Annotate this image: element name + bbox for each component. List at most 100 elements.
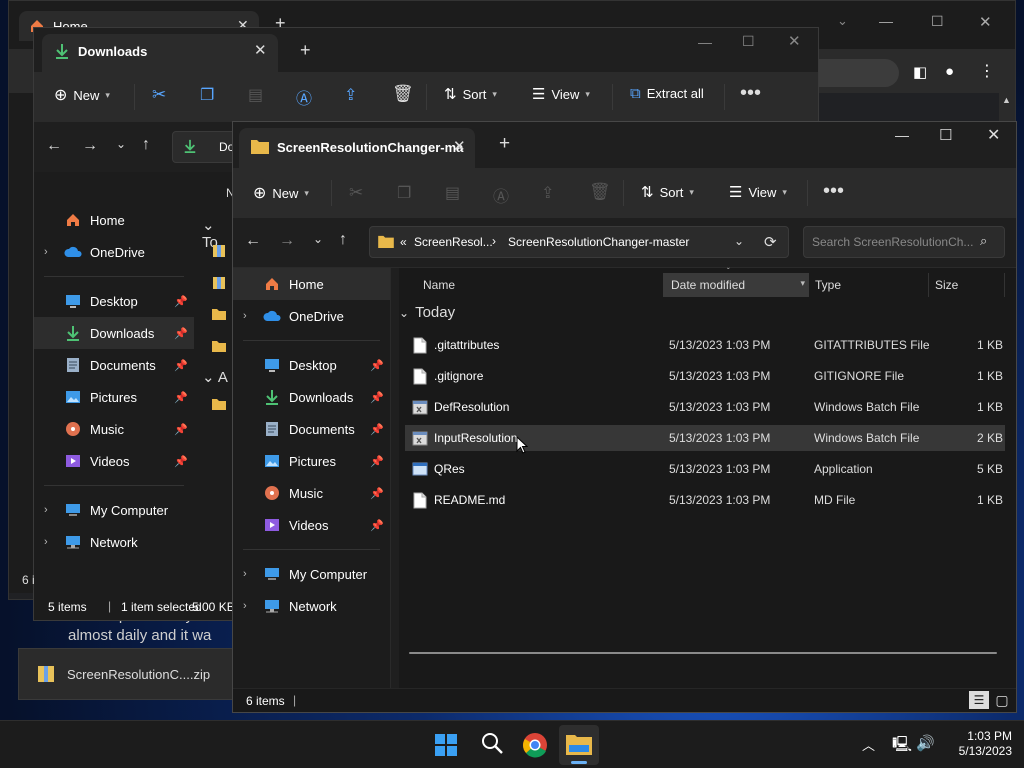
copy-icon[interactable]: ❐ (200, 85, 214, 105)
more-options-icon[interactable]: ••• (740, 82, 761, 105)
chevron-down-icon[interactable]: ⌄ (837, 13, 848, 29)
share-icon[interactable]: ⇪ (344, 85, 357, 105)
rename-icon[interactable]: Ⓐ (296, 85, 312, 109)
nav-splitter[interactable] (391, 268, 399, 688)
profile-icon[interactable]: ● (945, 63, 954, 80)
network-status-icon[interactable]: 🖳 (892, 734, 912, 759)
sidebar-item-videos[interactable]: Videos 📌 (233, 509, 390, 541)
close-icon[interactable]: ✕ (453, 137, 466, 155)
paste-icon[interactable]: ▤ (445, 183, 460, 203)
more-options-icon[interactable]: ••• (823, 180, 844, 203)
close-icon[interactable]: ✕ (254, 41, 267, 59)
sort-button[interactable]: ⇅ Sort ▾ (444, 85, 497, 103)
up-icon[interactable]: ↑ (142, 136, 150, 154)
group-header-other[interactable]: ⌄ A (202, 368, 228, 386)
chevron-right-icon[interactable]: › (243, 600, 247, 612)
file-row[interactable]: .gitattributes 5/13/2023 1:03 PM GITATTRIB… (405, 332, 1005, 358)
chevron-right-icon[interactable]: › (44, 536, 48, 548)
search-icon[interactable]: ⌕ (980, 233, 987, 249)
delete-icon[interactable]: 🗑 (392, 84, 414, 104)
volume-icon[interactable]: 🔊 (916, 734, 935, 752)
extract-all-button[interactable]: ⧉ Extract all (630, 85, 704, 102)
new-tab-icon[interactable]: + (499, 133, 510, 155)
cut-icon[interactable]: ✂ (152, 85, 166, 105)
forward-icon[interactable]: → (82, 137, 98, 155)
sidebar-item-network[interactable]: › Network (34, 526, 194, 558)
column-divider[interactable] (1004, 273, 1005, 297)
breadcrumb-overflow[interactable]: « (400, 235, 407, 249)
column-header-type[interactable]: Type (815, 273, 841, 297)
view-button[interactable]: ☰ View ▾ (532, 85, 590, 103)
sidebar-item-pictures[interactable]: Pictures 📌 (34, 381, 194, 413)
column-header-date[interactable]: Date modified ˇ ▾ (663, 267, 809, 297)
minimize-icon[interactable]: — (879, 13, 893, 29)
sidepanel-icon[interactable]: ◧ (913, 63, 927, 81)
new-tab-icon[interactable]: + (300, 40, 311, 61)
sidebar-item-desktop[interactable]: Desktop 📌 (34, 285, 194, 317)
sidebar-item-pictures[interactable]: Pictures 📌 (233, 445, 390, 477)
chevron-right-icon[interactable]: › (44, 504, 48, 516)
chevron-down-icon[interactable]: ▾ (800, 278, 805, 289)
start-icon[interactable] (434, 733, 458, 760)
minimize-icon[interactable]: — (895, 127, 909, 143)
sidebar-item-music[interactable]: Music 📌 (34, 413, 194, 445)
close-window-icon[interactable]: ✕ (979, 13, 992, 31)
rename-icon[interactable]: Ⓐ (493, 183, 509, 207)
sidebar-item-my-computer[interactable]: › My Computer (233, 558, 390, 590)
close-window-icon[interactable]: ✕ (987, 125, 1000, 145)
column-header-name[interactable]: Name (423, 273, 455, 297)
search-icon[interactable] (480, 731, 504, 758)
recent-locations-icon[interactable]: ⌄ (116, 137, 126, 151)
horizontal-scrollbar[interactable] (409, 652, 997, 654)
maximize-icon[interactable]: ☐ (931, 13, 944, 30)
details-view-icon[interactable]: ☰ (969, 691, 989, 709)
paste-icon[interactable]: ▤ (248, 85, 263, 105)
chevron-down-icon[interactable]: ⌄ (734, 234, 744, 248)
sidebar-item-documents[interactable]: Documents 📌 (233, 413, 390, 445)
chrome-icon[interactable] (522, 732, 548, 761)
close-window-icon[interactable]: ✕ (788, 32, 801, 50)
sidebar-item-my-computer[interactable]: › My Computer (34, 494, 194, 526)
maximize-icon[interactable]: ☐ (939, 126, 952, 144)
sidebar-item-downloads[interactable]: Downloads 📌 (233, 381, 390, 413)
chevron-right-icon[interactable]: › (243, 310, 247, 322)
share-icon[interactable]: ⇪ (541, 183, 554, 203)
scroll-up-icon[interactable]: ▲ (1002, 95, 1011, 105)
sidebar-item-home[interactable]: Home (233, 268, 390, 300)
sidebar-item-music[interactable]: Music 📌 (233, 477, 390, 509)
sidebar-item-documents[interactable]: Documents 📌 (34, 349, 194, 381)
column-header-size[interactable]: Size (935, 273, 958, 297)
new-button[interactable]: ⊕ New ▾ (54, 85, 110, 105)
view-button[interactable]: ☰ View ▾ (729, 183, 787, 201)
sort-button[interactable]: ⇅ Sort ▾ (641, 183, 694, 201)
column-divider[interactable] (928, 273, 929, 297)
sidebar-item-onedrive[interactable]: › OneDrive (233, 300, 390, 332)
sidebar-item-network[interactable]: › Network (233, 590, 390, 622)
chevron-right-icon[interactable]: › (243, 568, 247, 580)
chevron-right-icon[interactable]: › (44, 246, 48, 258)
sidebar-item-downloads[interactable]: Downloads 📌 (34, 317, 194, 349)
clock[interactable]: 1:03 PM 5/13/2023 (946, 729, 1012, 759)
search-box[interactable]: Search ScreenResolutionCh... ⌕ (803, 226, 1005, 258)
back-icon[interactable]: ← (46, 137, 62, 155)
sidebar-item-onedrive[interactable]: › OneDrive (34, 236, 194, 268)
refresh-icon[interactable]: ⟳ (764, 233, 777, 251)
file-row[interactable]: InputResolution 5/13/2023 1:03 PM Windows … (405, 425, 1005, 451)
address-field[interactable]: « ScreenResol... › ScreenResolutionChang… (369, 226, 789, 258)
tiles-view-icon[interactable]: ▢ (993, 691, 1011, 709)
minimize-icon[interactable]: — (698, 34, 712, 50)
file-explorer-taskbar-button[interactable] (559, 725, 599, 765)
sidebar-item-home[interactable]: Home (34, 204, 194, 236)
breadcrumb-parent[interactable]: ScreenResol... (414, 235, 493, 249)
download-item[interactable]: ScreenResolutionC....zip (18, 648, 238, 700)
downloads-tab[interactable]: Downloads ✕ (42, 34, 278, 72)
menu-icon[interactable]: ⋮ (979, 61, 995, 81)
copy-icon[interactable]: ❐ (397, 183, 411, 203)
sidebar-item-desktop[interactable]: Desktop 📌 (233, 349, 390, 381)
breadcrumb-current[interactable]: ScreenResolutionChanger-master (508, 235, 689, 249)
file-row[interactable]: DefResolution 5/13/2023 1:03 PM Windows Ba… (405, 394, 1005, 420)
file-row[interactable]: .gitignore 5/13/2023 1:03 PM GITIGNORE Fil… (405, 363, 1005, 389)
group-header-today[interactable]: ⌄ Today (399, 304, 455, 321)
file-row[interactable]: README.md 5/13/2023 1:03 PM MD File 1 KB (405, 487, 1005, 513)
sidebar-item-videos[interactable]: Videos 📌 (34, 445, 194, 477)
